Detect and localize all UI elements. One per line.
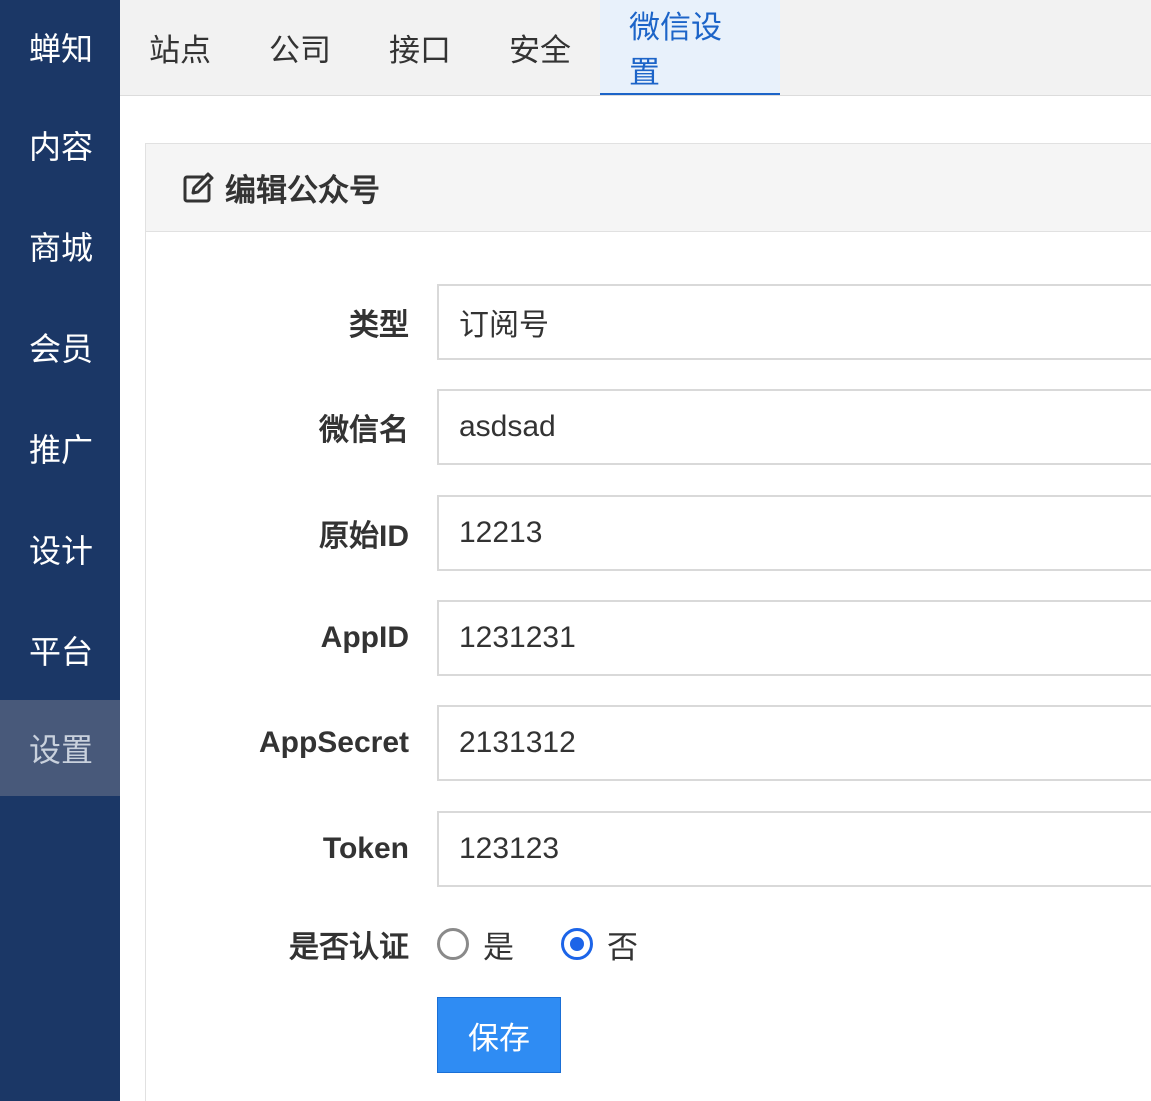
form-row-original-id: 原始ID	[146, 495, 1151, 571]
token-field[interactable]	[437, 811, 1151, 887]
save-button[interactable]: 保存	[437, 997, 561, 1073]
settings-tab-bar: 站点 公司 接口 安全 微信设置	[120, 0, 1151, 96]
app-secret-label: AppSecret	[258, 726, 409, 759]
tab-security[interactable]: 安全	[480, 0, 600, 95]
wechat-name-label: 微信名	[319, 414, 409, 447]
radio-no[interactable]	[561, 928, 593, 960]
tab-interface[interactable]: 接口	[360, 0, 480, 95]
edit-account-panel: 编辑公众号 类型 微信名 原始ID AppID AppSecret Token …	[145, 143, 1151, 1101]
form-row-app-secret: AppSecret	[146, 705, 1151, 781]
form-row-type: 类型	[146, 284, 1151, 360]
certified-label: 是否认证	[289, 931, 409, 964]
panel-header: 编辑公众号	[146, 144, 1151, 232]
tab-company[interactable]: 公司	[240, 0, 360, 95]
sidebar-item-design[interactable]: 设计	[0, 498, 120, 599]
edit-icon	[181, 171, 215, 205]
certified-radio-group: 是 否	[437, 914, 685, 974]
wechat-name-field[interactable]	[437, 389, 1151, 465]
type-label: 类型	[349, 309, 409, 342]
app-id-field[interactable]	[437, 600, 1151, 676]
sidebar-item-promotion[interactable]: 推广	[0, 397, 120, 498]
sidebar: 蝉知 内容 商城 会员 推广 设计 平台 设置	[0, 0, 120, 1101]
token-label: Token	[322, 832, 409, 865]
panel-title: 编辑公众号	[225, 173, 380, 208]
radio-yes[interactable]	[437, 928, 469, 960]
tab-wechat-settings[interactable]: 微信设置	[600, 0, 780, 95]
sidebar-item-members[interactable]: 会员	[0, 296, 120, 397]
form-row-wechat-name: 微信名	[146, 389, 1151, 465]
tab-site[interactable]: 站点	[120, 0, 240, 95]
radio-no-label: 否	[607, 929, 638, 965]
app-secret-field[interactable]	[437, 705, 1151, 781]
sidebar-item-platform[interactable]: 平台	[0, 599, 120, 700]
sidebar-brand[interactable]: 蝉知	[0, 0, 120, 94]
form-row-token: Token	[146, 811, 1151, 887]
form-row-app-id: AppID	[146, 600, 1151, 676]
sidebar-item-shop[interactable]: 商城	[0, 195, 120, 296]
type-field[interactable]	[437, 284, 1151, 360]
sidebar-item-content[interactable]: 内容	[0, 94, 120, 195]
radio-yes-label: 是	[483, 929, 514, 965]
original-id-label: 原始ID	[319, 520, 409, 553]
certified-option-yes[interactable]: 是	[437, 922, 514, 967]
sidebar-item-settings[interactable]: 设置	[0, 700, 120, 796]
certified-option-no[interactable]: 否	[561, 922, 638, 967]
app-id-label: AppID	[320, 621, 409, 654]
original-id-field[interactable]	[437, 495, 1151, 571]
form-row-certified: 是否认证 是 否	[146, 914, 1151, 974]
